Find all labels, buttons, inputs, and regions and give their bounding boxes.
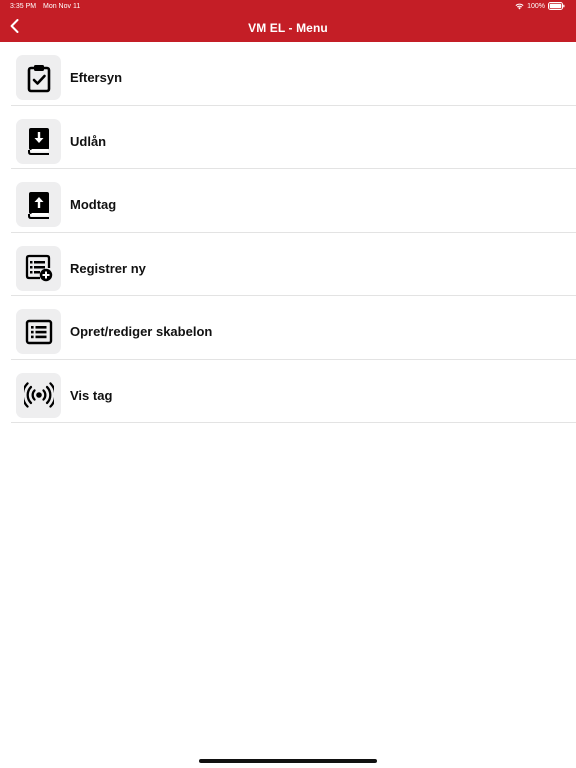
home-indicator[interactable] [199,759,377,763]
menu-item-label: Modtag [70,197,117,212]
menu-item-label: Udlån [70,133,107,149]
menu-item-vis-tag[interactable]: Vis tag [0,360,576,424]
status-time: 3:35 PM [10,3,37,10]
menu-icon-box [16,372,61,418]
menu-item-eftersyn[interactable]: Eftersyn [0,42,576,106]
book-download-icon [26,126,52,156]
menu-icon-box [16,309,61,354]
menu-item-registrer-ny[interactable]: Registrer ny [0,233,576,297]
menu-icon-box [16,245,61,291]
menu-item-udlan[interactable]: Udlån [0,106,576,170]
list-add-icon [25,254,53,282]
menu-item-modtag[interactable]: Modtag [0,169,576,233]
nav-bar: VM EL - Menu [0,14,576,42]
battery-icon [548,2,565,10]
status-right: 100% [515,2,565,10]
page-title: VM EL - Menu [248,21,328,35]
rfid-signal-icon [23,381,54,409]
list-icon [25,319,53,345]
menu-item-opret-rediger-skabelon[interactable]: Opret/rediger skabelon [0,296,576,360]
menu-icon-box [16,182,61,227]
menu-item-label: Vis tag [70,387,113,403]
status-date: Mon Nov 11 [43,3,81,10]
menu-item-label: Registrer ny [70,260,146,276]
menu-item-label: Eftersyn [70,70,123,85]
menu-item-label: Opret/rediger skabelon [70,324,213,339]
status-bar: 3:35 PM Mon Nov 11 100% [0,0,576,14]
battery-percent: 100% [527,2,545,10]
wifi-icon [515,3,524,10]
menu-list: Eftersyn Udlån Modtag Registrer ny Opret… [0,42,576,423]
book-upload-icon [26,190,52,220]
clipboard-check-icon [26,63,52,93]
menu-icon-box [16,118,61,164]
menu-icon-box [16,55,61,100]
